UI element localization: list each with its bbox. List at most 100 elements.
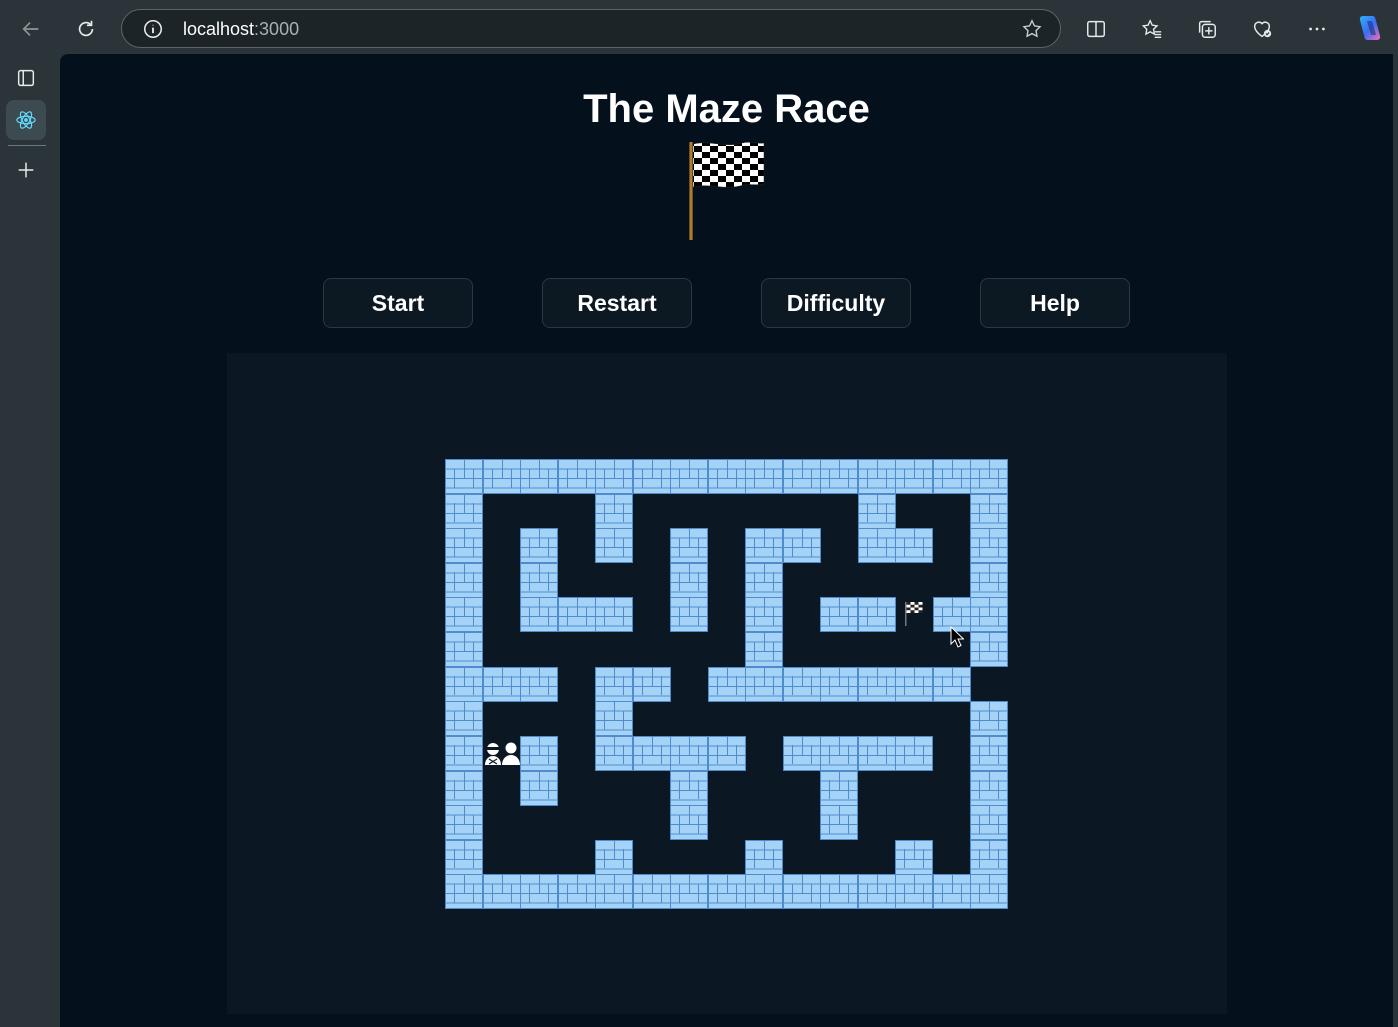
maze-wall [520, 666, 559, 702]
maze-wall [557, 874, 596, 910]
maze-wall [707, 874, 746, 910]
maze-wall [745, 666, 784, 702]
maze-wall [520, 562, 559, 598]
back-icon[interactable] [14, 12, 48, 46]
info-icon[interactable] [142, 18, 164, 40]
maze-wall [557, 597, 596, 633]
copilot-icon[interactable] [1353, 12, 1385, 44]
maze-wall [782, 528, 821, 564]
more-icon[interactable] [1300, 12, 1334, 46]
maze-wall [632, 735, 671, 771]
maze-wall [857, 493, 896, 529]
react-devtools-icon[interactable] [6, 100, 46, 140]
maze-wall [595, 459, 634, 494]
maze-wall [970, 528, 1009, 564]
start-button[interactable]: Start [323, 278, 473, 328]
player-pieces-icon [484, 742, 520, 766]
maze-wall [782, 459, 821, 494]
maze-wall [670, 597, 709, 633]
maze-wall [445, 874, 483, 910]
mouse-cursor-icon [950, 626, 964, 648]
maze-wall [970, 874, 1009, 910]
url-text[interactable]: localhost:3000 [183, 19, 299, 40]
maze-wall [782, 874, 821, 910]
maze-wall [445, 735, 483, 771]
maze-wall [857, 597, 896, 633]
maze-wall [670, 562, 709, 598]
refresh-icon[interactable] [69, 12, 103, 46]
maze-wall [970, 493, 1009, 529]
maze-wall [595, 528, 634, 564]
maze-wall [595, 735, 634, 771]
maze-wall [445, 528, 483, 564]
maze-wall [857, 735, 896, 771]
maze-wall [520, 770, 559, 806]
maze-wall [595, 701, 634, 737]
maze-wall [932, 874, 971, 910]
maze-wall [745, 839, 784, 875]
maze-wall [595, 493, 634, 529]
maze-wall [482, 874, 521, 910]
maze-wall [520, 874, 559, 910]
split-screen-icon[interactable] [1079, 12, 1113, 46]
maze-wall [595, 874, 634, 910]
maze-wall [895, 839, 934, 875]
maze-wall [482, 666, 521, 702]
maze-wall [707, 735, 746, 771]
maze-wall [895, 459, 934, 494]
maze-wall [895, 528, 934, 564]
maze-wall [857, 666, 896, 702]
maze-wall [670, 735, 709, 771]
maze-wall [632, 874, 671, 910]
maze-wall [820, 805, 859, 841]
difficulty-button[interactable]: Difficulty [761, 278, 911, 328]
maze-wall [932, 459, 971, 494]
favorites-icon[interactable] [1135, 12, 1169, 46]
maze-wall [970, 459, 1009, 494]
maze-wall [970, 735, 1009, 771]
page-title: The Maze Race [583, 87, 870, 131]
sidebar-divider [8, 145, 46, 146]
maze-board[interactable] [445, 459, 1009, 910]
maze-wall [745, 562, 784, 598]
maze-wall [632, 459, 671, 494]
add-icon[interactable] [6, 150, 46, 190]
maze-wall [820, 459, 859, 494]
maze-wall [445, 597, 483, 633]
maze-wall [782, 666, 821, 702]
maze-wall [670, 805, 709, 841]
maze-wall [445, 770, 483, 806]
maze-wall [970, 805, 1009, 841]
goal-flag-icon [905, 601, 923, 626]
maze-wall [445, 666, 483, 702]
web-page: The Maze Race Start Restart Difficulty H… [60, 54, 1393, 1027]
maze-wall [595, 666, 634, 702]
tab-actions-icon[interactable] [6, 58, 46, 98]
maze-wall [482, 459, 521, 494]
maze-wall [632, 666, 671, 702]
maze-wall [557, 459, 596, 494]
collections-icon[interactable] [1190, 12, 1224, 46]
maze-wall [670, 459, 709, 494]
favorite-star-icon[interactable] [1021, 18, 1043, 40]
browser-essentials-icon[interactable] [1245, 12, 1279, 46]
maze-wall [520, 459, 559, 494]
address-bar[interactable]: localhost:3000 [121, 9, 1061, 48]
maze-wall [820, 874, 859, 910]
maze-wall [970, 839, 1009, 875]
maze-wall [445, 632, 483, 668]
maze-wall [895, 874, 934, 910]
maze-wall [857, 459, 896, 494]
maze-wall [970, 632, 1009, 668]
maze-wall [445, 805, 483, 841]
help-button[interactable]: Help [980, 278, 1130, 328]
maze-wall [782, 735, 821, 771]
maze-wall [520, 528, 559, 564]
restart-button[interactable]: Restart [542, 278, 692, 328]
maze-wall [895, 735, 934, 771]
url-port: :3000 [254, 19, 300, 39]
maze-wall [745, 528, 784, 564]
maze-wall [745, 459, 784, 494]
maze-wall [820, 735, 859, 771]
maze-wall [595, 597, 634, 633]
